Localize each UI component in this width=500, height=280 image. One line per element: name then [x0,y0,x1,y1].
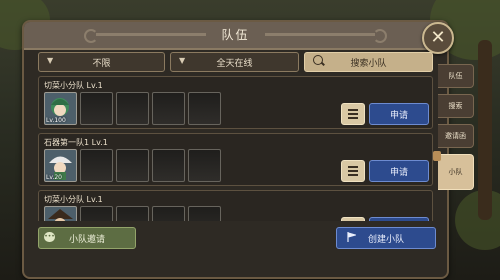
tab-squad[interactable]: 小队 [433,151,474,190]
team-invite-button[interactable]: ••• 小队邀请 [38,227,136,249]
empty-member-slot [152,149,185,182]
team-name: 切菜小分队 Lv.1 [44,195,103,204]
panel-header: 队伍 [24,22,447,50]
menu-icon [348,109,358,111]
tab-pin-icon [433,151,441,161]
apply-button[interactable]: 申请 [369,217,429,221]
empty-member-slot [116,206,149,221]
chevron-down-icon: ▼ [179,56,186,65]
tab-search[interactable]: 搜索 [438,94,474,118]
tab-label: 小队 [448,168,463,176]
menu-icon [348,166,358,168]
header-ornament [373,29,387,43]
close-icon: ✕ [430,27,446,48]
member-level: Lv.20 [46,174,62,181]
menu-icon [348,113,358,115]
create-team-button[interactable]: 创建小队 [336,227,436,249]
menu-icon [348,117,358,119]
search-team-button[interactable]: 搜索小队 [304,52,434,72]
tab-label: 队伍 [448,72,463,80]
range-filter-label: 不限 [92,58,111,69]
close-button[interactable]: ✕ [422,22,454,54]
empty-member-slot [116,92,149,125]
empty-member-slot [80,206,113,221]
team-name: 切菜小分队 Lv.1 [44,81,103,90]
online-filter-label: 全天在线 [216,58,253,69]
empty-member-slot [152,92,185,125]
team-menu-button[interactable] [341,217,365,221]
empty-member-slot [80,92,113,125]
header-ornament [265,33,375,36]
chevron-down-icon: ▼ [47,56,54,65]
team-row: 切菜小分队 Lv.1 Lv.100 申请 [38,76,433,129]
empty-member-slot [116,149,149,182]
member-slots [44,206,221,221]
team-name: 石器第一队1 Lv.1 [44,138,108,147]
empty-member-slot [152,206,185,221]
team-invite-label: 小队邀请 [68,234,105,245]
team-menu-button[interactable] [341,103,365,125]
filter-bar: ▼ 不限 ▼ 全天在线 搜索小队 [38,52,434,72]
empty-member-slot [188,206,221,221]
team-menu-button[interactable] [341,160,365,182]
character-portrait-icon [48,209,73,221]
member-slots: Lv.100 [44,92,221,125]
menu-icon [348,170,358,172]
online-filter-dropdown[interactable]: ▼ 全天在线 [170,52,300,72]
apply-button[interactable]: 申请 [369,160,429,182]
create-team-label: 创建小队 [367,234,404,245]
member-avatar[interactable]: Lv.100 [44,92,77,125]
tab-invitations[interactable]: 邀请函 [438,124,474,148]
tab-label: 搜索 [448,102,463,110]
member-slots: Lv.20 [44,149,221,182]
team-row: 切菜小分队 Lv.1 申请 [38,190,433,221]
member-avatar[interactable] [44,206,77,221]
tab-label: 邀请函 [445,132,466,140]
tab-team[interactable]: 队伍 [438,64,474,88]
side-tabs: 队伍 搜索 邀请函 小队 [433,64,474,196]
search-icon [313,55,324,65]
apply-button[interactable]: 申请 [369,103,429,125]
empty-member-slot [188,92,221,125]
member-level: Lv.100 [46,117,66,124]
flag-icon [347,232,356,242]
member-avatar[interactable]: Lv.20 [44,149,77,182]
empty-member-slot [188,149,221,182]
menu-icon [348,174,358,176]
empty-member-slot [80,149,113,182]
team-row: 石器第一队1 Lv.1 Lv.20 申请 [38,133,433,186]
team-list[interactable]: 切菜小分队 Lv.1 Lv.100 申请 石器第一队1 Lv.1 Lv.20 申… [38,76,433,221]
background-tree-trunk [478,40,492,220]
chat-icon: ••• [44,232,55,242]
search-team-label: 搜索小队 [350,58,387,69]
range-filter-dropdown[interactable]: ▼ 不限 [38,52,166,72]
